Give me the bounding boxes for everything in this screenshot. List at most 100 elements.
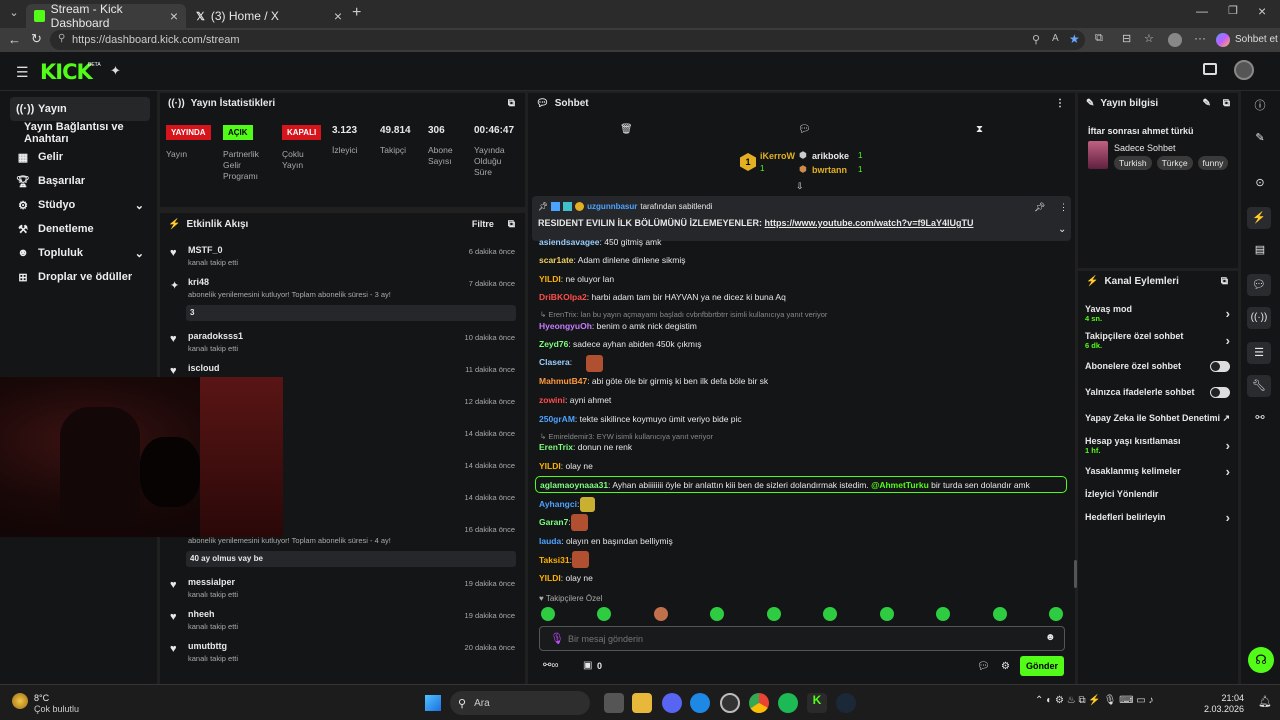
chat-message[interactable]: YILDI: olay ne bbox=[539, 573, 593, 583]
discord-icon[interactable] bbox=[662, 693, 682, 713]
channel-action-item[interactable]: Yasaklanmış kelimeler › bbox=[1085, 464, 1230, 479]
hourglass-icon[interactable]: ⧗ bbox=[976, 124, 983, 135]
channel-action-item[interactable]: Abonelere özel sohbet bbox=[1085, 360, 1230, 372]
popout-icon[interactable]: ⧉ bbox=[1223, 98, 1230, 109]
chat-message[interactable]: Ayhangci: bbox=[539, 499, 579, 509]
restore-window-icon[interactable]: ❐ bbox=[1228, 4, 1238, 17]
chat-scrollbar[interactable] bbox=[1074, 560, 1077, 588]
back-icon[interactable]: ← bbox=[8, 32, 21, 47]
chat-username[interactable]: Ayhangci bbox=[539, 499, 577, 509]
chat-message[interactable]: 250grAM: tekte sikilince koymuyo ümit ve… bbox=[539, 414, 742, 424]
trash-icon[interactable]: 🗑︎ bbox=[620, 124, 633, 135]
chat-username[interactable]: Clasera bbox=[539, 357, 570, 367]
wrench-icon[interactable]: 🔧︎ bbox=[1247, 375, 1271, 397]
emote-button[interactable] bbox=[597, 607, 611, 621]
toggle-switch[interactable] bbox=[1210, 386, 1230, 398]
channel-action-item[interactable]: Yalnızca ifadelerle sohbet bbox=[1085, 386, 1230, 398]
sidebar-item-stream-key[interactable]: Yayın Bağlantısı ve Anahtarı bbox=[10, 121, 150, 145]
activity-event[interactable]: ♥ paradoksss1 kanalı takip etti 10 dakika ö… bbox=[160, 331, 525, 361]
activity-event[interactable]: ♥ umutbttg kanalı takip etti 20 dakika önce bbox=[160, 641, 525, 671]
chat-message[interactable]: ErenTrix: donun ne renk bbox=[539, 442, 632, 452]
emote-button[interactable] bbox=[710, 607, 724, 621]
notifications-icon[interactable]: 🔔︎ bbox=[1258, 695, 1272, 708]
sidebar-item-revenue[interactable]: ▦ Gelir bbox=[10, 145, 150, 169]
emote-button[interactable] bbox=[767, 607, 781, 621]
chrome-icon[interactable] bbox=[749, 693, 769, 713]
chat-settings-icon[interactable]: ⚙ bbox=[1001, 661, 1010, 672]
filter-button[interactable]: Filtre bbox=[472, 219, 494, 229]
pinned-more-icon[interactable]: ⋮ bbox=[1059, 202, 1068, 213]
list-panel-icon[interactable]: ☰ bbox=[1247, 342, 1271, 364]
tab-x-home[interactable]: 𝕏 (3) Home / X × bbox=[188, 4, 350, 28]
extensions-icon[interactable]: ⧉ bbox=[1095, 32, 1103, 45]
pinned-link[interactable]: https://www.youtube.com/watch?v=f9LaY4lU… bbox=[765, 218, 974, 228]
kick-app-icon[interactable]: K bbox=[807, 693, 827, 713]
emote-button[interactable] bbox=[993, 607, 1007, 621]
event-user[interactable]: umutbttg bbox=[188, 641, 227, 651]
gift-icon[interactable]: ▣ bbox=[583, 660, 592, 671]
emote-button[interactable] bbox=[823, 607, 837, 621]
toggle-switch[interactable] bbox=[1210, 360, 1230, 372]
chat-username[interactable]: YILDI bbox=[539, 573, 561, 583]
event-user[interactable]: nheeh bbox=[188, 609, 215, 619]
stream-preview-icon[interactable] bbox=[1203, 63, 1217, 75]
unpin-icon[interactable]: 📌︎ bbox=[1034, 202, 1045, 213]
channel-action-item[interactable]: Takipçilere özel sohbet 6 dk. › bbox=[1085, 329, 1230, 351]
chat-username[interactable]: Garan7 bbox=[539, 517, 568, 527]
channel-action-item[interactable]: Yavaş mod 4 sn. › bbox=[1085, 302, 1230, 324]
event-user[interactable]: MSTF_0 bbox=[188, 245, 223, 255]
top-user-name[interactable]: bwrtann bbox=[812, 165, 847, 175]
chat-username[interactable]: lauda bbox=[539, 536, 561, 546]
chat-bubble-icon[interactable]: 💬︎ bbox=[977, 661, 990, 672]
channel-action-item[interactable]: Hedefleri belirleyin › bbox=[1085, 510, 1230, 525]
channel-action-item[interactable]: İzleyici Yönlendir bbox=[1085, 488, 1230, 500]
stream-category[interactable]: Sadece Sohbet bbox=[1114, 143, 1176, 153]
pinned-by-user[interactable]: uzgunnbasur bbox=[587, 202, 637, 211]
popout-icon[interactable]: ⧉ bbox=[508, 98, 515, 109]
emote-button[interactable] bbox=[541, 607, 555, 621]
pencil-icon[interactable]: ✎ bbox=[1245, 131, 1275, 151]
chat-message[interactable]: aglamaoynaaa31: Ayhan abiiiiiiii öyle bi… bbox=[540, 480, 1030, 490]
obs-icon[interactable] bbox=[720, 693, 740, 713]
emote-button[interactable] bbox=[654, 607, 668, 621]
chat-username[interactable]: 250grAM bbox=[539, 414, 575, 424]
file-explorer-icon[interactable] bbox=[632, 693, 652, 713]
chat-message[interactable]: Zeyd76: sadece ayhan abiden 450k çıkmış bbox=[539, 339, 702, 349]
target-icon[interactable]: ⊙ bbox=[1245, 176, 1275, 196]
microphone-icon[interactable]: 🎙︎ bbox=[550, 632, 564, 645]
new-tab-icon[interactable]: + bbox=[352, 4, 361, 22]
emoji-picker-icon[interactable]: ☻ bbox=[1045, 632, 1056, 643]
chat-username[interactable]: scar1ate bbox=[539, 255, 574, 265]
split-screen-icon[interactable]: ⊟ bbox=[1122, 32, 1131, 45]
close-tab-icon[interactable]: × bbox=[334, 8, 342, 24]
edit-icon[interactable]: ✎ bbox=[1202, 98, 1210, 109]
chat-input[interactable] bbox=[568, 631, 1008, 647]
tab-list-chevron-icon[interactable]: ⌄ bbox=[6, 6, 22, 22]
nodes-icon[interactable]: ⚯ bbox=[1245, 411, 1275, 431]
clipboard-icon[interactable]: ▤ bbox=[1245, 243, 1275, 263]
chat-message[interactable]: asiendsavagee: 450 gitmiş amk bbox=[539, 237, 661, 247]
chat-username[interactable]: YILDI bbox=[539, 461, 561, 471]
activity-event[interactable]: ♥ nheeh kanalı takip etti 19 dakika önce bbox=[160, 609, 525, 639]
sidebar-item-drops[interactable]: ⊞ Droplar ve ödüller bbox=[10, 265, 150, 289]
chat-message[interactable]: scar1ate: Adam dinlene dinlene sikmiş bbox=[539, 255, 686, 265]
chat-bubble-icon[interactable]: 💬︎ bbox=[1247, 274, 1271, 296]
chat-message[interactable]: YILDI: olay ne bbox=[539, 461, 593, 471]
chat-username[interactable]: Zeyd76 bbox=[539, 339, 568, 349]
activity-event[interactable]: ✦ kri48 abonelik yenilemesini kutluyor! To… bbox=[160, 277, 525, 327]
chat-username[interactable]: zowini bbox=[539, 395, 565, 405]
event-user[interactable]: paradoksss1 bbox=[188, 331, 243, 341]
more-options-icon[interactable]: ··· bbox=[1194, 31, 1206, 45]
channel-action-item[interactable]: Hesap yaşı kısıtlaması 1 hf. › bbox=[1085, 434, 1230, 456]
emote-button[interactable] bbox=[936, 607, 950, 621]
chat-message[interactable]: zowini: ayni ahmet bbox=[539, 395, 611, 405]
event-user[interactable]: messialper bbox=[188, 577, 235, 587]
chat-username[interactable]: Taksi31 bbox=[539, 555, 570, 565]
chat-username[interactable]: asiendsavagee bbox=[539, 237, 599, 247]
close-tab-icon[interactable]: × bbox=[170, 8, 178, 24]
channel-action-item[interactable]: Yapay Zeka ile Sohbet Denetimi ↗ bbox=[1085, 412, 1230, 424]
tag-chip[interactable]: funny bbox=[1197, 156, 1229, 170]
expand-top-users-icon[interactable]: ⇩ bbox=[796, 181, 804, 192]
close-window-icon[interactable]: × bbox=[1258, 3, 1266, 19]
chat-message[interactable]: lauda: olayın en başından belliymiş bbox=[539, 536, 673, 546]
